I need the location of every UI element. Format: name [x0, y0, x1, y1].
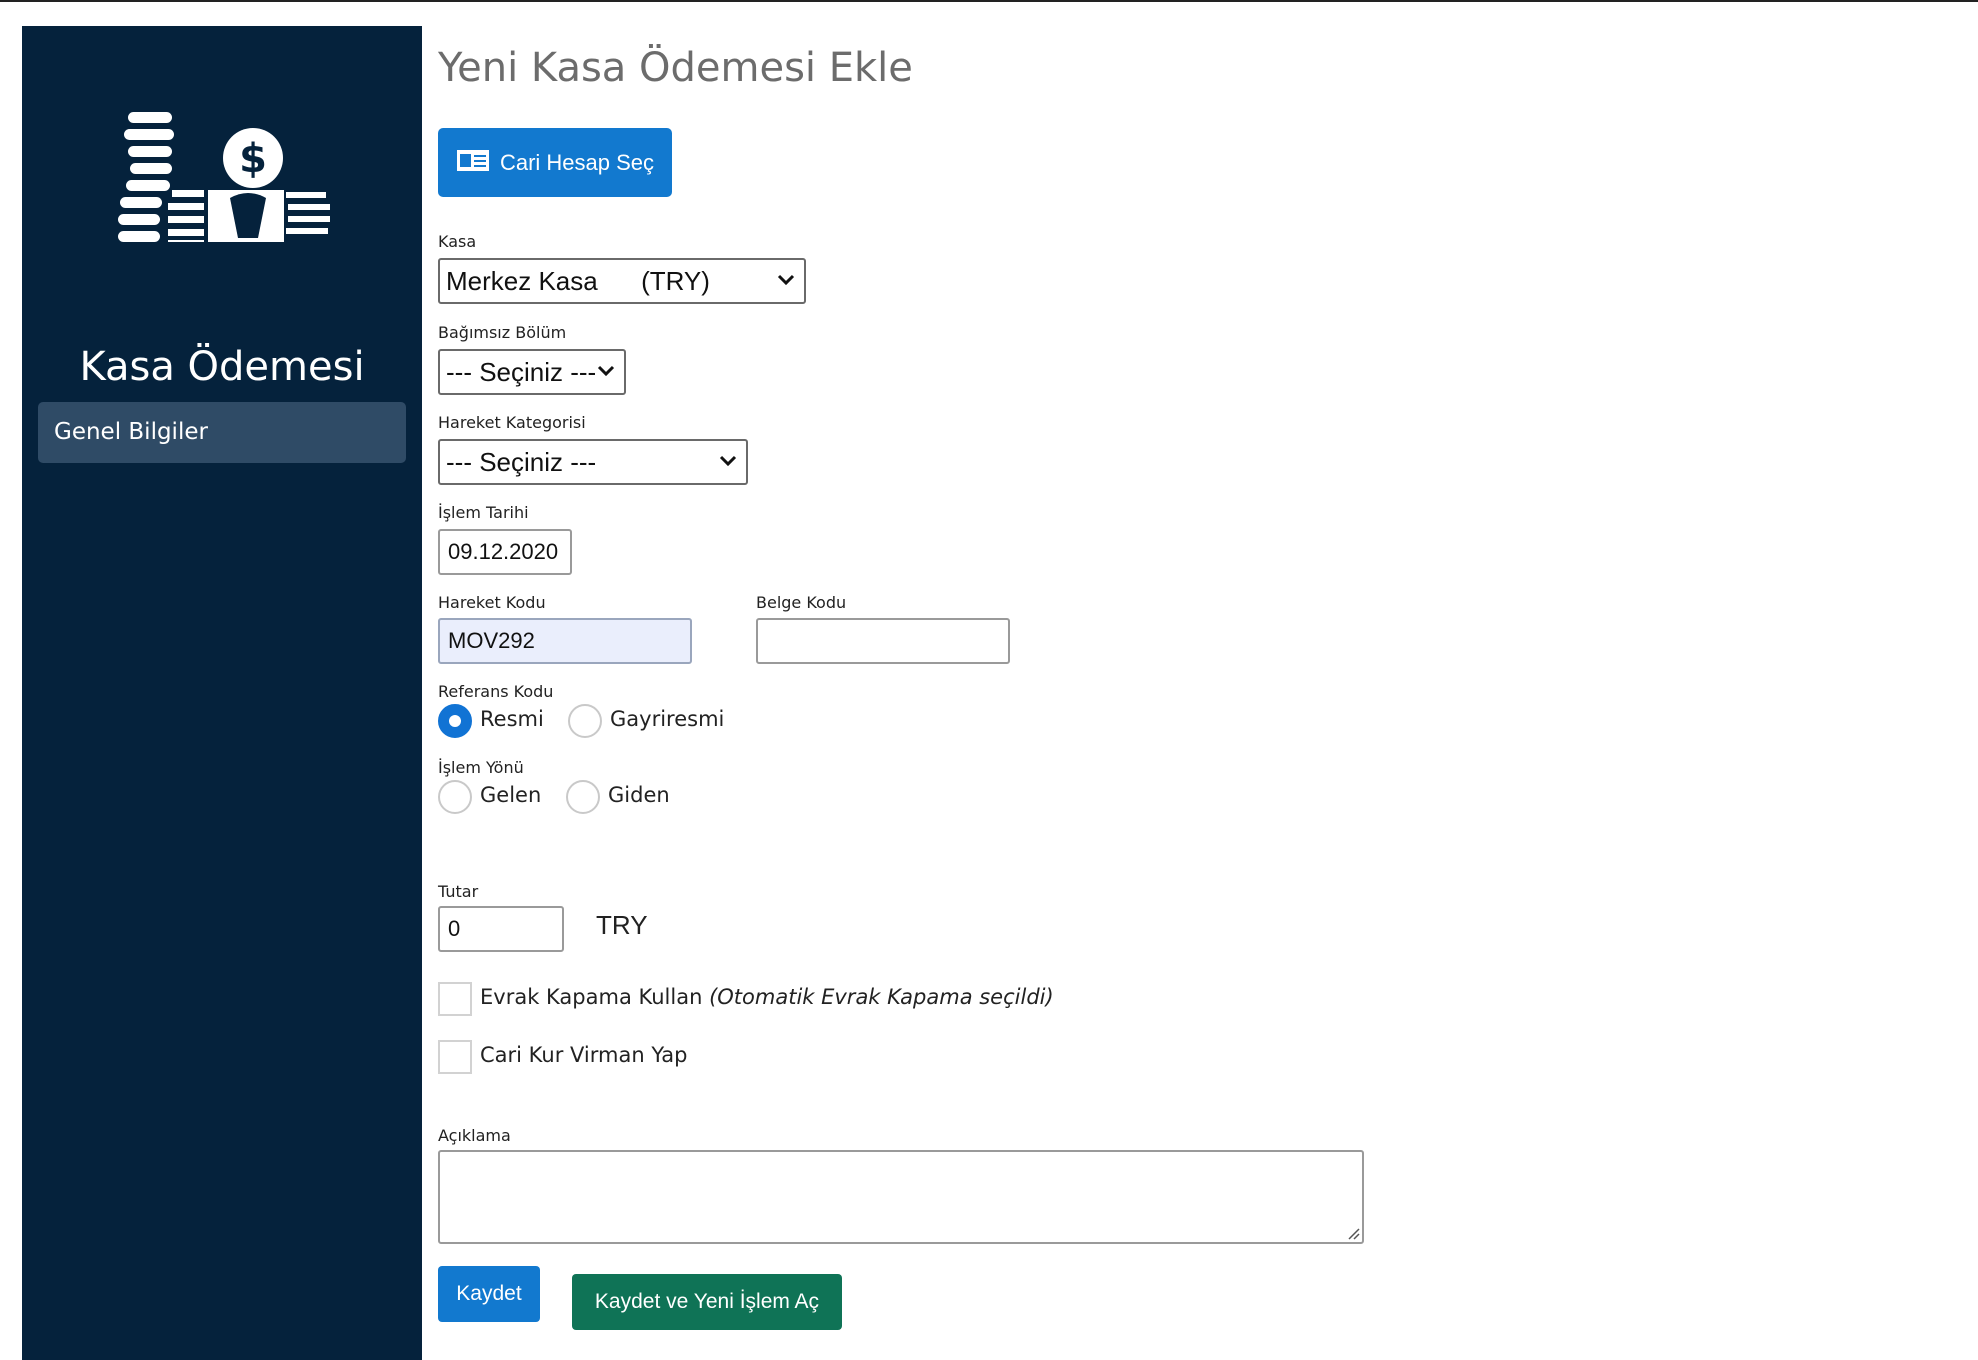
bagimsiz-bolum-select[interactable]: --- Seçiniz --- [438, 349, 626, 395]
bagimsiz-bolum-label: Bağımsız Bölüm [438, 323, 567, 342]
radio-giden-label[interactable]: Giden [608, 783, 670, 807]
aciklama-label: Açıklama [438, 1126, 511, 1145]
sidebar: $ Kasa Ödemesi Genel Bilgiler [22, 26, 422, 1360]
islem-yonu-label: İşlem Yönü [438, 758, 524, 777]
aciklama-textarea[interactable] [438, 1150, 1364, 1244]
hareket-kodu-input[interactable]: MOV292 [438, 618, 692, 664]
radio-gayriresmi-label[interactable]: Gayriresmi [610, 707, 724, 731]
tutar-input[interactable]: 0 [438, 906, 564, 952]
hareket-kategorisi-label: Hareket Kategorisi [438, 413, 586, 432]
hareket-kategorisi-select[interactable]: --- Seçiniz --- [438, 439, 748, 485]
sidebar-item-genel-bilgiler[interactable]: Genel Bilgiler [38, 402, 406, 463]
hareket-kategorisi-value: --- Seçiniz --- [446, 446, 597, 477]
cash-coins-icon: $ [118, 100, 348, 290]
kaydet-button[interactable]: Kaydet [438, 1266, 540, 1322]
resize-grip-icon[interactable] [1346, 1226, 1360, 1240]
radio-gelen[interactable] [438, 780, 472, 814]
referans-kodu-label: Referans Kodu [438, 682, 554, 701]
belge-kodu-label: Belge Kodu [756, 593, 847, 612]
evrak-kapama-checkbox[interactable] [438, 982, 472, 1016]
cari-kur-virman-label[interactable]: Cari Kur Virman Yap [480, 1043, 687, 1067]
main-content: Yeni Kasa Ödemesi Ekle Cari Hesap Seç Ka… [438, 0, 1958, 1360]
islem-tarihi-input[interactable]: 09.12.2020 [438, 529, 572, 575]
kasa-label: Kasa [438, 232, 477, 251]
radio-gelen-label[interactable]: Gelen [480, 783, 541, 807]
sidebar-title: Kasa Ödemesi [79, 344, 365, 390]
cari-hesap-sec-button[interactable]: Cari Hesap Seç [438, 128, 672, 197]
radio-gayriresmi[interactable] [568, 704, 602, 738]
belge-kodu-input[interactable] [756, 618, 1010, 664]
kasa-select-value: Merkez Kasa (TRY) [446, 265, 710, 296]
kasa-select[interactable]: Merkez Kasa (TRY) [438, 258, 806, 304]
evrak-kapama-text: Evrak Kapama Kullan (Otomatik Evrak Kapa… [480, 985, 1054, 1009]
evrak-kapama-note: (Otomatik Evrak Kapama seçildi) [709, 985, 1054, 1009]
evrak-kapama-label[interactable]: Evrak Kapama Kullan [480, 985, 702, 1009]
hareket-kodu-label: Hareket Kodu [438, 593, 546, 612]
tutar-label: Tutar [438, 882, 479, 901]
kaydet-ve-yeni-islem-ac-button[interactable]: Kaydet ve Yeni İşlem Aç [572, 1274, 842, 1330]
cari-hesap-sec-label: Cari Hesap Seç [499, 149, 655, 175]
id-card-icon [456, 147, 490, 179]
page-title: Yeni Kasa Ödemesi Ekle [438, 45, 913, 91]
chevron-down-icon [597, 365, 615, 377]
chevron-down-icon [719, 455, 737, 467]
tutar-currency: TRY [596, 910, 648, 940]
islem-tarihi-label: İşlem Tarihi [438, 503, 529, 522]
radio-giden[interactable] [566, 780, 600, 814]
bagimsiz-bolum-value: --- Seçiniz --- [446, 356, 597, 387]
chevron-down-icon [777, 274, 795, 286]
cari-kur-virman-checkbox[interactable] [438, 1040, 472, 1074]
radio-resmi[interactable] [438, 704, 472, 738]
svg-text:$: $ [239, 136, 267, 182]
radio-resmi-label[interactable]: Resmi [480, 707, 544, 731]
